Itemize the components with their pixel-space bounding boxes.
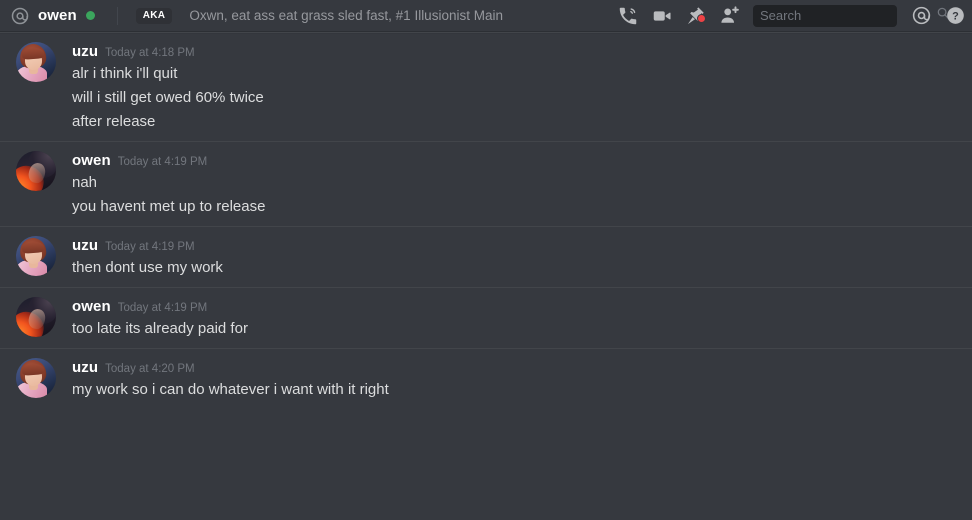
message-group: uzu Today at 4:19 PM then dont use my wo… <box>0 226 972 287</box>
message-timestamp: Today at 4:18 PM <box>105 47 195 59</box>
message-author[interactable]: owen <box>72 298 111 316</box>
video-call-icon <box>651 5 673 27</box>
message-content: owen Today at 4:19 PM too late its alrea… <box>72 297 960 340</box>
message-timestamp: Today at 4:19 PM <box>105 241 195 253</box>
message-header: owen Today at 4:19 PM <box>72 152 960 170</box>
avatar[interactable] <box>16 151 56 191</box>
message-text: then dont use my work <box>72 259 223 276</box>
header-divider <box>116 6 118 25</box>
message-content: uzu Today at 4:18 PM alr i think i'll qu… <box>72 42 960 133</box>
message-text: will i still get owed 60% twice <box>72 89 264 106</box>
message-group: owen Today at 4:19 PM nah you havent met… <box>0 141 972 226</box>
message-list[interactable]: uzu Today at 4:18 PM alr i think i'll qu… <box>0 32 972 520</box>
message-content: uzu Today at 4:20 PM my work so i can do… <box>72 358 960 401</box>
avatar[interactable] <box>16 42 56 82</box>
dm-recipient-name[interactable]: owen <box>38 7 77 24</box>
mentions-at-icon <box>911 5 932 26</box>
message-text: too late its already paid for <box>72 320 248 337</box>
dm-header: owen AKA Oxwn, eat ass eat grass sled fa… <box>0 0 972 32</box>
message-content: uzu Today at 4:19 PM then dont use my wo… <box>72 236 960 279</box>
pinned-messages-button[interactable] <box>679 0 713 31</box>
message-author[interactable]: uzu <box>72 359 98 377</box>
message-header: uzu Today at 4:19 PM <box>72 237 960 255</box>
help-question-icon: ? <box>945 5 966 26</box>
inbox-mentions-button[interactable] <box>904 0 938 31</box>
message-text: nah <box>72 174 98 191</box>
message-author[interactable]: owen <box>72 152 111 170</box>
aka-badge: AKA <box>135 7 173 24</box>
message-author[interactable]: uzu <box>72 43 98 61</box>
message-header: uzu Today at 4:18 PM <box>72 43 960 61</box>
dm-header-left: owen AKA Oxwn, eat ass eat grass sled fa… <box>10 6 503 26</box>
voice-call-icon <box>617 5 639 27</box>
avatar[interactable] <box>16 358 56 398</box>
message-author[interactable]: uzu <box>72 237 98 255</box>
svg-text:?: ? <box>952 11 959 23</box>
message-group: uzu Today at 4:20 PM my work so i can do… <box>0 348 972 409</box>
message-group: owen Today at 4:19 PM too late its alrea… <box>0 287 972 348</box>
message-text: alr i think i'll quit <box>72 65 178 82</box>
avatar[interactable] <box>16 297 56 337</box>
dm-header-toolbar: ? <box>611 0 972 31</box>
message-content: owen Today at 4:19 PM nah you havent met… <box>72 151 960 218</box>
pin-badge-dot <box>697 13 706 23</box>
online-status-dot <box>85 11 95 20</box>
message-timestamp: Today at 4:19 PM <box>117 156 208 168</box>
search-box[interactable] <box>753 4 949 27</box>
custom-status-text: Oxwn, eat ass eat grass sled fast, #1 Il… <box>189 8 503 23</box>
voice-call-button[interactable] <box>611 0 645 31</box>
help-button[interactable]: ? <box>938 0 972 31</box>
message-text: my work so i can do whatever i want with… <box>72 381 389 398</box>
message-header: owen Today at 4:19 PM <box>72 298 960 316</box>
message-group: uzu Today at 4:18 PM alr i think i'll qu… <box>0 32 972 141</box>
avatar[interactable] <box>16 236 56 276</box>
message-text: after release <box>72 113 156 130</box>
message-timestamp: Today at 4:20 PM <box>105 363 195 375</box>
video-call-button[interactable] <box>645 0 679 31</box>
message-timestamp: Today at 4:19 PM <box>117 302 208 314</box>
message-header: uzu Today at 4:20 PM <box>72 359 960 377</box>
at-icon <box>10 6 30 26</box>
add-friends-button[interactable] <box>713 0 747 31</box>
message-text: you havent met up to release <box>72 198 266 215</box>
add-person-icon <box>719 5 741 27</box>
